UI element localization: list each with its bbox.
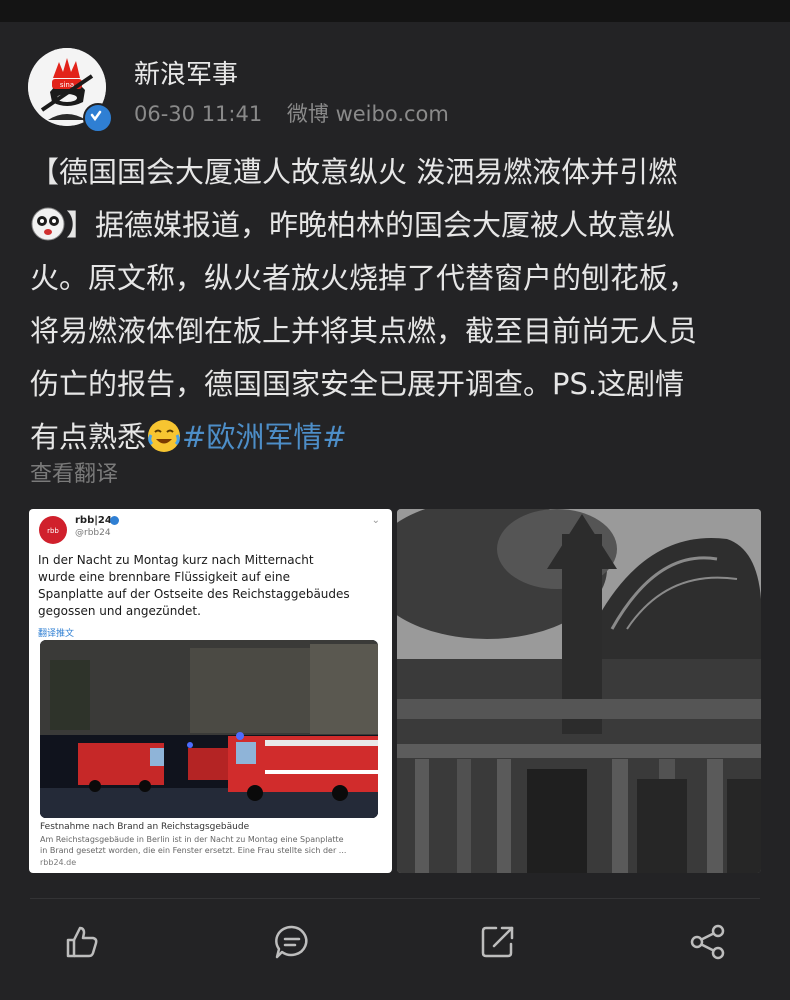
share-button[interactable]	[688, 922, 728, 962]
post-timestamp: 06-30 11:41	[134, 102, 263, 126]
verified-icon	[90, 110, 102, 122]
fire-trucks-photo	[40, 640, 378, 818]
tweet-card-text: Am Reichstagsgebäude in Berlin ist in de…	[40, 834, 380, 856]
comment-button[interactable]	[272, 922, 312, 962]
tweet-line: gegossen und angezündet.	[38, 604, 201, 618]
tweet-card-title: Festnahme nach Brand an Reichstagsgebäud…	[40, 822, 250, 832]
post-image-reichstag-fire-photo[interactable]	[397, 509, 761, 873]
svg-text:rbb: rbb	[47, 527, 59, 535]
hashtag-link[interactable]: #欧洲军情#	[182, 420, 347, 454]
post-line: 伤亡的报告，德国国家安全已展开调查。PS.这剧情	[30, 367, 685, 401]
tweet-author-handle: @rbb24	[75, 528, 111, 538]
post-image-tweet-screenshot[interactable]: rbb rbb|24 @rbb24 ⌄ In der Nacht zu Mont…	[29, 509, 392, 873]
tweet-line: Spanplatte auf der Ostseite des Reichsta…	[38, 587, 350, 601]
repost-icon	[481, 926, 514, 958]
tweet-card-link: rbb24.de	[40, 858, 77, 867]
status-bar	[0, 0, 790, 22]
like-button[interactable]	[62, 922, 102, 962]
post-text: 【德国国会大厦遭人故意纵火 泼洒易燃液体并引燃 】据德媒报道，昨晚柏林的国会大厦…	[30, 146, 768, 464]
post-line: 】据德媒报道，昨晚柏林的国会大厦被人故意纵	[30, 199, 768, 252]
tweet-translate-link: 翻译推文	[38, 629, 75, 639]
repost-button[interactable]	[478, 922, 518, 962]
account-name[interactable]: 新浪军事	[134, 54, 238, 91]
post-meta: 06-30 11:41 微博 weibo.com	[134, 98, 467, 128]
shock-face-emoji-icon	[31, 207, 65, 241]
translate-button[interactable]: 查看翻译	[30, 456, 118, 488]
chevron-down-icon: ⌄	[371, 515, 380, 526]
post-line: 有点熟悉 #欧洲军情#	[30, 420, 347, 454]
tweet-line: wurde eine brennbare Flüssigkeit auf ein…	[38, 570, 290, 584]
rbb24-logo-icon: rbb	[39, 516, 67, 544]
post-line: 火。原文称，纵火者放火烧掉了代替窗户的刨花板，	[30, 261, 698, 295]
crying-laugh-emoji-icon	[148, 420, 181, 452]
post-source: 微博 weibo.com	[286, 102, 449, 126]
tweet-text: In der Nacht zu Montag kurz nach Mittern…	[38, 552, 384, 620]
tweet-line: In der Nacht zu Montag kurz nach Mittern…	[38, 553, 314, 567]
share-icon	[690, 924, 725, 960]
post-line: 【德国国会大厦遭人故意纵火 泼洒易燃液体并引燃	[30, 155, 678, 189]
tweet-author-name: rbb|24	[75, 515, 112, 526]
post-line: 将易燃液体倒在板上并将其点燃，截至目前尚无人员	[30, 314, 698, 348]
comment-icon	[275, 925, 308, 959]
tweet-verified-icon	[110, 516, 119, 525]
tweet-card-line: in Brand gesetzt worden, die ein Fenster…	[40, 846, 347, 855]
action-bar-divider	[30, 898, 760, 899]
like-icon	[66, 926, 98, 958]
verified-badge	[83, 103, 113, 133]
tweet-card-line: Am Reichstagsgebäude in Berlin ist in de…	[40, 835, 344, 844]
